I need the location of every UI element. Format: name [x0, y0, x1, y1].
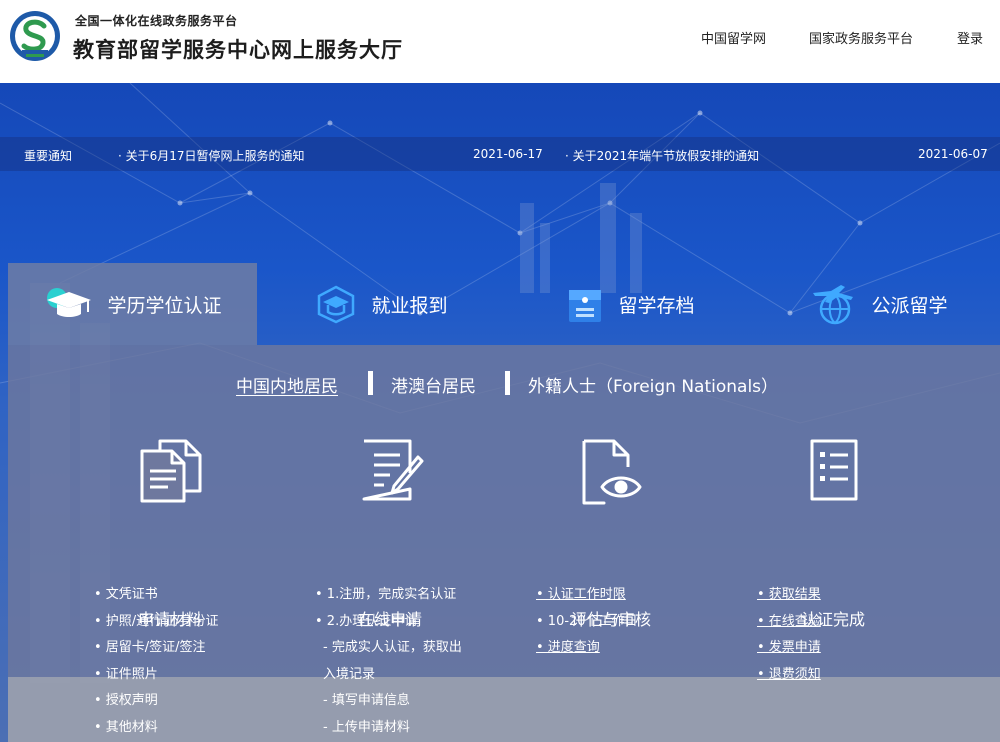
- airplane-globe-icon: [813, 285, 854, 325]
- progress-query-link[interactable]: • 进度查询: [536, 636, 600, 655]
- checklist-icon: [810, 439, 858, 501]
- notice-link-2[interactable]: · 关于2021年端午节放假安排的通知: [565, 147, 759, 164]
- login-link[interactable]: 登录: [957, 28, 983, 47]
- service-panel: 中国内地居民 港澳台居民 外籍人士（Foreign Nationals） 申请材…: [8, 345, 1000, 742]
- archive-folder-icon: [569, 290, 602, 322]
- brand-title: 教育部留学服务中心网上服务大厅: [73, 38, 403, 62]
- refund-notice-link[interactable]: • 退费须知: [757, 663, 821, 682]
- online-verify-link[interactable]: • 在线查验: [757, 610, 821, 629]
- brand-subtitle: 全国一体化在线政务服务平台: [75, 14, 238, 28]
- documents-icon: [140, 439, 202, 503]
- work-time-limit-link[interactable]: • 认证工作时限: [536, 583, 626, 602]
- invoice-request-link[interactable]: • 发票申请: [757, 636, 821, 655]
- list-item: • 文凭证书: [94, 587, 158, 602]
- site-logo-icon[interactable]: [8, 9, 62, 63]
- list-item: • 1.注册，完成实名认证: [315, 587, 457, 602]
- document-eye-icon: [582, 439, 642, 505]
- list-item: • 居留卡/签证/签注: [94, 640, 206, 655]
- list-item: 入境记录: [323, 667, 376, 682]
- graduation-cap-icon: [47, 288, 92, 317]
- tab-label: 留学存档: [618, 294, 695, 317]
- subtab-mainland-residents[interactable]: 中国内地居民: [236, 372, 338, 397]
- list-item: - 上传申请材料: [323, 720, 410, 735]
- subtab-hk-macao-taiwan[interactable]: 港澳台居民: [391, 372, 476, 397]
- list-item: • 2.办理认证申请: [315, 614, 418, 629]
- tab-label: 学历学位认证: [107, 294, 222, 317]
- notice-link-1[interactable]: · 关于6月17日暂停网上服务的通知: [118, 147, 305, 164]
- tab-label: 就业报到: [371, 294, 448, 317]
- subtab-foreign-nationals[interactable]: 外籍人士（Foreign Nationals）: [528, 372, 778, 397]
- list-item: • 授权声明: [94, 693, 158, 708]
- notice-date-2: 2021-06-07: [918, 147, 988, 161]
- list-item: • 护照/通行证/身份证: [94, 614, 219, 629]
- tab-study-abroad-archive[interactable]: 留学存档: [506, 263, 755, 345]
- tab-label: 公派留学: [871, 294, 948, 317]
- get-result-link[interactable]: • 获取结果: [757, 583, 821, 602]
- tab-government-sponsored-study[interactable]: 公派留学: [755, 263, 1000, 345]
- online-form-pen-icon: [362, 439, 424, 501]
- cap-hexagon-icon: [318, 285, 355, 324]
- tab-employment-registration[interactable]: 就业报到: [257, 263, 506, 345]
- nav-link-cscse[interactable]: 中国留学网: [701, 28, 766, 47]
- notice-date-1: 2021-06-17: [473, 147, 543, 161]
- list-item: • 证件照片: [94, 667, 158, 682]
- nav-link-gov-platform[interactable]: 国家政务服务平台: [809, 28, 913, 47]
- notice-label: 重要通知: [24, 149, 73, 163]
- residency-subtabs: 中国内地居民 港澳台居民 外籍人士（Foreign Nationals）: [8, 369, 1000, 399]
- list-item: - 完成实人认证，获取出: [323, 640, 462, 655]
- list-item: • 其他材料: [94, 720, 158, 735]
- list-item: - 填写申请信息: [323, 693, 410, 708]
- subtab-separator: [368, 371, 373, 395]
- subtab-separator: [505, 371, 510, 395]
- hero-section: 重要通知 · 关于6月17日暂停网上服务的通知 2021-06-17 · 关于2…: [0, 83, 1000, 742]
- site-header: 全国一体化在线政务服务平台 教育部留学服务中心网上服务大厅 中国留学网 国家政务…: [0, 0, 1000, 83]
- notice-bar: 重要通知 · 关于6月17日暂停网上服务的通知 2021-06-17 · 关于2…: [0, 137, 1000, 171]
- list-item: • 10-20个工作日: [536, 614, 638, 629]
- tab-degree-authentication[interactable]: 学历学位认证: [8, 263, 257, 345]
